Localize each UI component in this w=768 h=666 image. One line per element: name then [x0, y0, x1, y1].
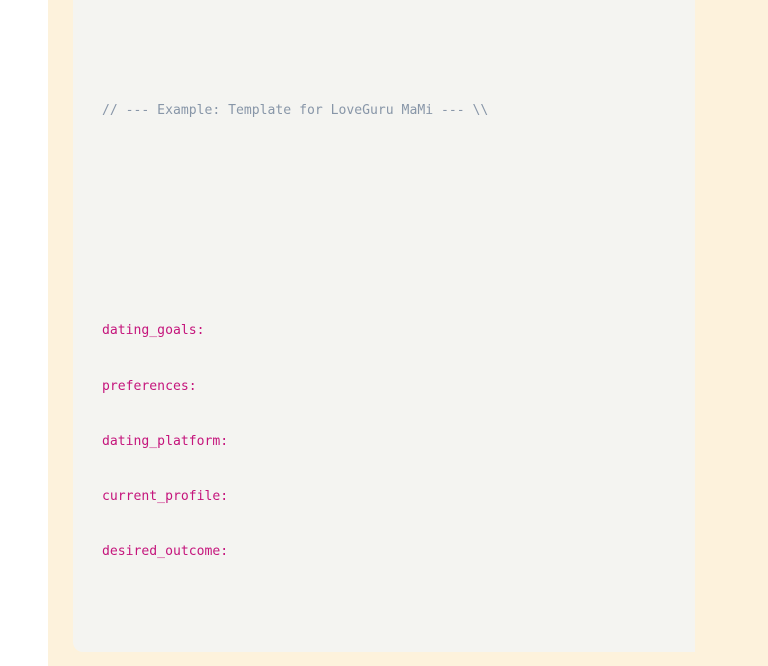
template-key-dating-platform: dating_platform: [73, 433, 695, 451]
key-text: current_profile: [102, 489, 229, 505]
code-block[interactable]: // --- Example: Template for LoveGuru Ma… [73, 0, 695, 652]
key-text: desired_outcome: [102, 544, 229, 560]
key-text: dating_platform: [102, 433, 229, 449]
code-content: // --- Example: Template for LoveGuru Ma… [73, 0, 695, 652]
page-root: // --- Example: Template for LoveGuru Ma… [0, 0, 768, 666]
template-key-current-profile: current_profile: [73, 488, 695, 506]
template-key-dating-goals: dating_goals: [73, 322, 695, 340]
template-key-desired-outcome: desired_outcome: [73, 543, 695, 561]
key-text: preferences: [102, 378, 197, 394]
comment-text: // --- Example: Template for LoveGuru Ma… [102, 102, 489, 118]
key-text: dating_goals: [102, 323, 205, 339]
comment-line-header: // --- Example: Template for LoveGuru Ma… [73, 102, 695, 120]
template-key-preferences: preferences: [73, 378, 695, 396]
